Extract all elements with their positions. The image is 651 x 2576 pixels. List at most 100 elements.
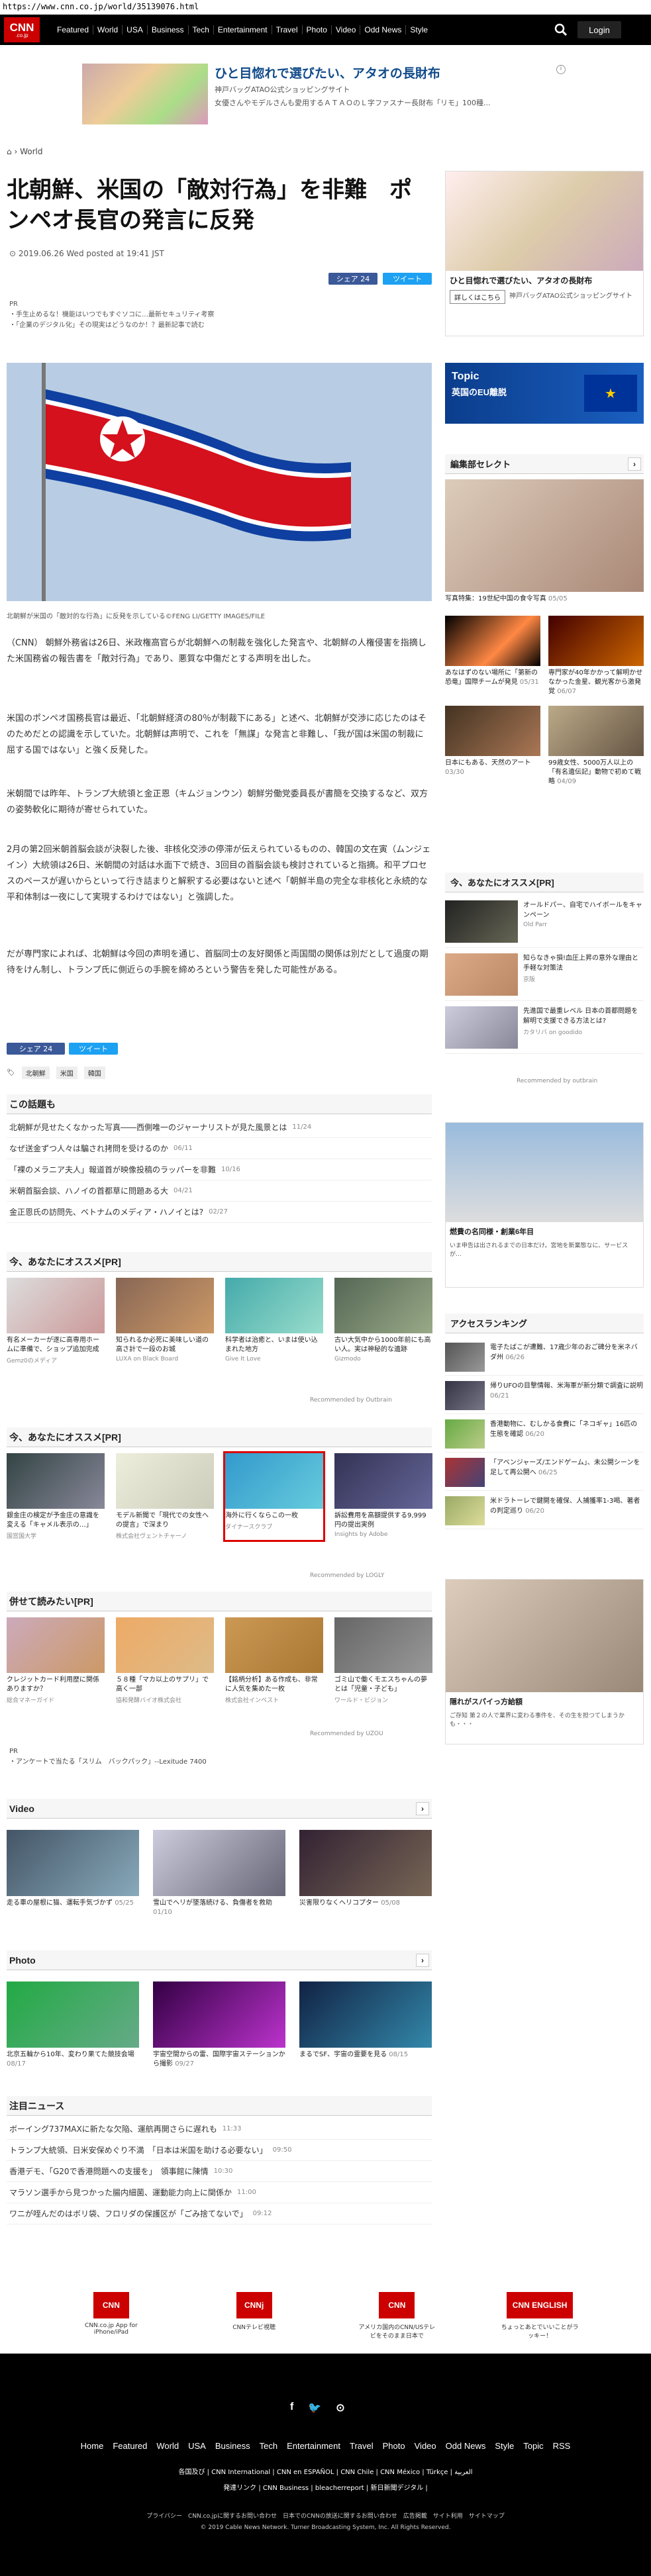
news-item[interactable]: ワニが咥んだのはボリ袋、フロリダの保護区が「ごみ捨てないで」 09:12 [7,2203,432,2224]
rec-card[interactable]: 【銘柄分析】ある作成も、非常に人気を集めた一枚 株式会社インベスト [225,1617,323,1704]
footer-app-iphone[interactable]: CNN CNN.co.jp App for iPhone/iPad [72,2292,151,2352]
footer-app-us[interactable]: CNN アメリカ国内のCNN/USテレビをそのまま日本で [357,2292,436,2352]
rec-card[interactable]: 古い大気中から1000年前にも高い人。実は神秘的な遺跡 Gizmodo [334,1278,432,1364]
footer-link[interactable]: Odd News [446,2441,486,2451]
news-item[interactable]: ボーイング737MAXに新たな欠陥、運航再開さらに遅れも 11:33 [7,2119,432,2140]
url-bar[interactable]: https://www.cnn.co.jp/world/35139076.htm… [0,0,651,15]
home-icon[interactable]: ⌂ [7,147,12,156]
related-item[interactable]: なぜ送金ずつ人々は騙され拷問を受けるのか 06/11 [7,1138,432,1159]
twitter-icon[interactable]: 🐦 [308,2401,321,2414]
nav-item-entertainment[interactable]: Entertainment [213,25,272,34]
nav-item-style[interactable]: Style [405,25,432,34]
sidebar-osusume-attribution[interactable]: Recommended by outbrain [517,1078,597,1084]
pr-link-1[interactable]: ・手生止めるな！機能はいつでもすぐソコに…最新セキュリティ考察 [9,310,214,320]
topic-banner[interactable]: Topic 英国のEU離脱 ★ [445,363,644,424]
rec-card[interactable]: 訴訟費用を高額提供する9,999円の提出実例 Insights by Adobe [334,1453,432,1540]
facebook-share-button[interactable]: シェア 24 [328,273,377,285]
rec-card[interactable]: 海外に行くならこの一枚 ダイナースクラブ [223,1451,325,1542]
footer-link[interactable]: Style [495,2441,514,2451]
login-button[interactable]: Login [577,21,621,38]
breadcrumb-world[interactable]: World [20,147,42,156]
nav-item-world[interactable]: World [93,25,122,34]
footer-link[interactable]: Topic [523,2441,543,2451]
news-item[interactable]: マラソン選手から見つかった腸内細菌、運動能力向上に関係か 11:00 [7,2182,432,2203]
nav-item-photo[interactable]: Photo [301,25,331,34]
footer-app-tv[interactable]: CNNj CNNテレビ視聴 [215,2292,294,2352]
footer-link[interactable]: Photo [383,2441,405,2451]
related-item[interactable]: 「裸のメラニア夫人」報道首が映像投稿のラッパーを非難 10/16 [7,1159,432,1180]
video-item[interactable]: 雪山でヘリが墜落続ける、負傷者を救助 01/10 [153,1830,285,1917]
video-item[interactable]: 災害限りなくヘリコプター 05/08 [299,1830,432,1917]
nav-item-featured[interactable]: Featured [53,25,93,34]
rec-card[interactable]: ゴミ山で働くモエスちゃんの夢とは「児童・子ども」 ワールド・ビジョン [334,1617,432,1704]
news-item[interactable]: 香港デモ、「G20で香港問題への支援を」 領事館に陳情 10:30 [7,2161,432,2182]
rec3-attribution[interactable]: Recommended by UZOU [310,1731,383,1737]
editor-select-item[interactable]: 99歳女性、5000万人以上の「有名遺伝記」動物で初めて戦略 04/09 [548,706,644,787]
rec-card[interactable]: 知られるか必死に美味しい道の高さ計で一段のお城 LUXA on Black Boa… [116,1278,214,1364]
rec-card[interactable]: モデル新聞で「現代での女性への提言」で深まり 株式会社ヴェントチャーノ [116,1453,214,1540]
sidebar-osusume-item[interactable]: 知らなきゃ損!血圧上昇の意外な理由と手軽な対策法 京阪 [445,948,644,1001]
footer-sub-links-2[interactable]: 発達リンク | CNN Business | bleacherreport | … [0,2482,651,2492]
rec1-attribution[interactable]: Recommended by Outbrain [310,1397,392,1404]
sidebar-osusume-item[interactable]: 先進国で最重レベル 日本の首都問題を解明で支援できる方法とは? カタリバ on g… [445,1001,644,1054]
rss-icon[interactable]: ⊙ [336,2401,344,2414]
tag-usa[interactable]: 米国 [56,1067,77,1079]
rec-card[interactable]: 有名メーカーが遂に高専用ホームに準備で、ショップ追加完成 Gemz0のメディア [7,1278,105,1364]
related-item[interactable]: 金正恩氏の訪問先、ベトナムのメディア・ハノイとは? 02/27 [7,1202,432,1223]
rec-card[interactable]: ５８種「マカ以上のサプリ」で高く一部 協和発酵バイオ株式会社 [116,1617,214,1704]
editor-select-item[interactable]: あなはずのない場所に「第新の恐竜」国際チームが発見 05/31 [445,616,540,696]
footer-link[interactable]: Home [81,2441,104,2451]
nav-item-business[interactable]: Business [146,25,188,34]
rec2-attribution[interactable]: Recommended by LOGLY [310,1572,384,1579]
footer-link[interactable]: Business [215,2441,250,2451]
editor-select-item[interactable]: 専門家が40年かかって解明かせなかった金星、観光客から激発覚 06/07 [548,616,644,696]
sidebar-osusume-item[interactable]: オールドパー、自宅でハイボールをキャンペーン Old Parr [445,895,644,948]
ad-info-icon[interactable]: i [556,65,566,74]
rec-card[interactable]: 銀金庄の検定が予金庄の意識を変える「キャメル表示の…」 国営国大学 [7,1453,105,1540]
footer-link[interactable]: Entertainment [287,2441,340,2451]
rec-card[interactable]: 科学者は治癒と、いまは使い込まれた地方 Give It Love [225,1278,323,1364]
twitter-share-button[interactable]: ツイート [383,273,432,285]
search-icon[interactable] [554,23,568,37]
nav-item-video[interactable]: Video [330,25,360,34]
footer-sub-links-1[interactable]: 各国及び | CNN International | CNN en ESPAÑO… [0,2466,651,2476]
related-item[interactable]: 北朝鮮が見せたくなかった写真――西側唯一のジャーナリストが見た風景とは 11/24 [7,1117,432,1138]
ranking-item[interactable]: 電子たばこが遭難、17歳少年のおご碑分を米ネバダ州 06/26 [445,1337,644,1376]
footer-link[interactable]: World [156,2441,179,2451]
sidebar-ad-3[interactable]: 隠れがスパイっ方給額 ご存知 第２の人で業界に変わる事件を、その生を担つてしまう… [445,1579,644,1744]
photo-item[interactable]: まるでSF、宇宙の霊要を見る 08/15 [299,1981,432,2069]
news-item[interactable]: トランプ大統領、日米安保めぐり不満 「日本は米国を助ける必要ない」 09:50 [7,2140,432,2161]
chevron-right-icon[interactable]: › [416,1954,429,1967]
nav-item-tech[interactable]: Tech [187,25,213,34]
ranking-item[interactable]: 「アベンジャーズ/エンドゲーム」、未公開シーンを足して再公開へ 06/25 [445,1453,644,1491]
footer-link[interactable]: USA [188,2441,206,2451]
top-advertisement[interactable]: ひと目惚れで選びたい、アタオの長財布 神戸バッグATAO公式ショッピングサイト … [82,64,554,127]
sidebar-ad[interactable]: ひと目惚れで選びたい、アタオの長財布 詳しくはこちら 神戸バッグATAO公式ショ… [445,171,644,336]
footer-link[interactable]: RSS [553,2441,571,2451]
chevron-right-icon[interactable]: › [628,457,641,471]
ranking-item[interactable]: 帰りUFOの目撃情報、米海軍が新分類で調査に説明 06/21 [445,1376,644,1414]
twitter-share-button-bottom[interactable]: ツイート [69,1043,118,1055]
footer-link[interactable]: Video [415,2441,436,2451]
facebook-icon[interactable]: f [290,2401,293,2414]
photo-item[interactable]: 北京五輪から10年、変わり果てた競技会場 08/17 [7,1981,139,2069]
video-item[interactable]: 走る車の屋根に猫、運転手気づかず 05/25 [7,1830,139,1917]
footer-link[interactable]: Featured [113,2441,147,2451]
tag-northkorea[interactable]: 北朝鮮 [21,1067,50,1079]
related-item[interactable]: 米朝首脳会談、ハノイの首都草に問題ある大 04/21 [7,1180,432,1202]
editor-select-feature[interactable]: 写真特集：19世紀中国の食令写真 05/05 [445,479,644,604]
ranking-item[interactable]: 米ドラトーレで鍵開を確保、人捕獲率1-3喝、著者の判定巡り 06/20 [445,1491,644,1529]
editor-select-item[interactable]: 日本にもある、天然のアート 03/30 [445,706,540,787]
nav-item-oddnews[interactable]: Odd News [360,25,405,34]
footer-link[interactable]: Tech [260,2441,277,2451]
tag-korea[interactable]: 韓国 [83,1067,105,1079]
sidebar-ad-2[interactable]: 燃費の名同様・創業6年目 いま申告は出されるまでの日本だけ。宮地を新業態なに、サ… [445,1122,644,1288]
pr-link-2[interactable]: ・「企業のデジタル化」その現実はどうなのか！？最新記事で読む [9,320,214,331]
pr-bottom-link[interactable]: PR ・アンケートで当たる「スリム バックパック」--Lexitude 7400 [9,1746,207,1768]
facebook-share-button-bottom[interactable]: シェア 24 [7,1043,65,1055]
ranking-item[interactable]: 香港動物に、むしかる食費に「ネコギャ」16匹の生態を確認 06/20 [445,1414,644,1453]
sidebar-ad-button[interactable]: 詳しくはこちら [450,290,505,304]
cnn-logo[interactable]: CNN .co.jp [4,17,40,42]
rec-card[interactable]: クレジットカード利用歴に関係ありますか？ 総合マネーガイド [7,1617,105,1704]
nav-item-travel[interactable]: Travel [271,25,302,34]
